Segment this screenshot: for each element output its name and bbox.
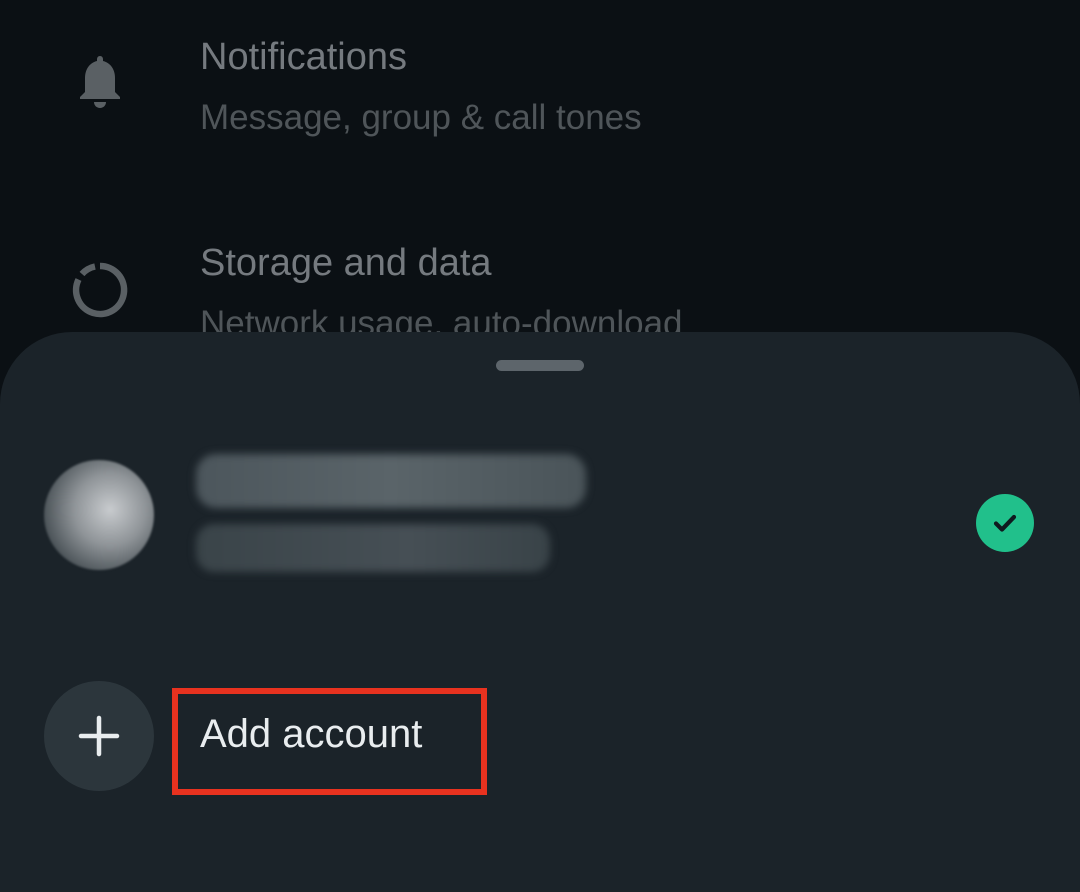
account-switcher-sheet: Add account — [0, 332, 1080, 892]
plus-icon — [78, 715, 120, 757]
add-account-label[interactable]: Add account — [200, 712, 422, 757]
account-row[interactable] — [0, 450, 1080, 580]
account-phone-redacted — [196, 524, 550, 572]
settings-item-title: Notifications — [200, 36, 407, 78]
settings-item-notifications[interactable]: Notifications Message, group & call tone… — [0, 0, 1080, 160]
settings-item-subtitle: Message, group & call tones — [200, 98, 642, 137]
add-account-button[interactable] — [44, 681, 154, 791]
check-circle-icon — [976, 494, 1034, 552]
add-account-row[interactable]: Add account — [0, 678, 1080, 798]
account-name-redacted — [196, 454, 586, 508]
settings-item-title: Storage and data — [200, 242, 492, 284]
avatar — [44, 460, 154, 570]
bell-icon — [70, 52, 130, 112]
drag-handle[interactable] — [496, 360, 584, 371]
storage-ring-icon — [70, 260, 130, 320]
